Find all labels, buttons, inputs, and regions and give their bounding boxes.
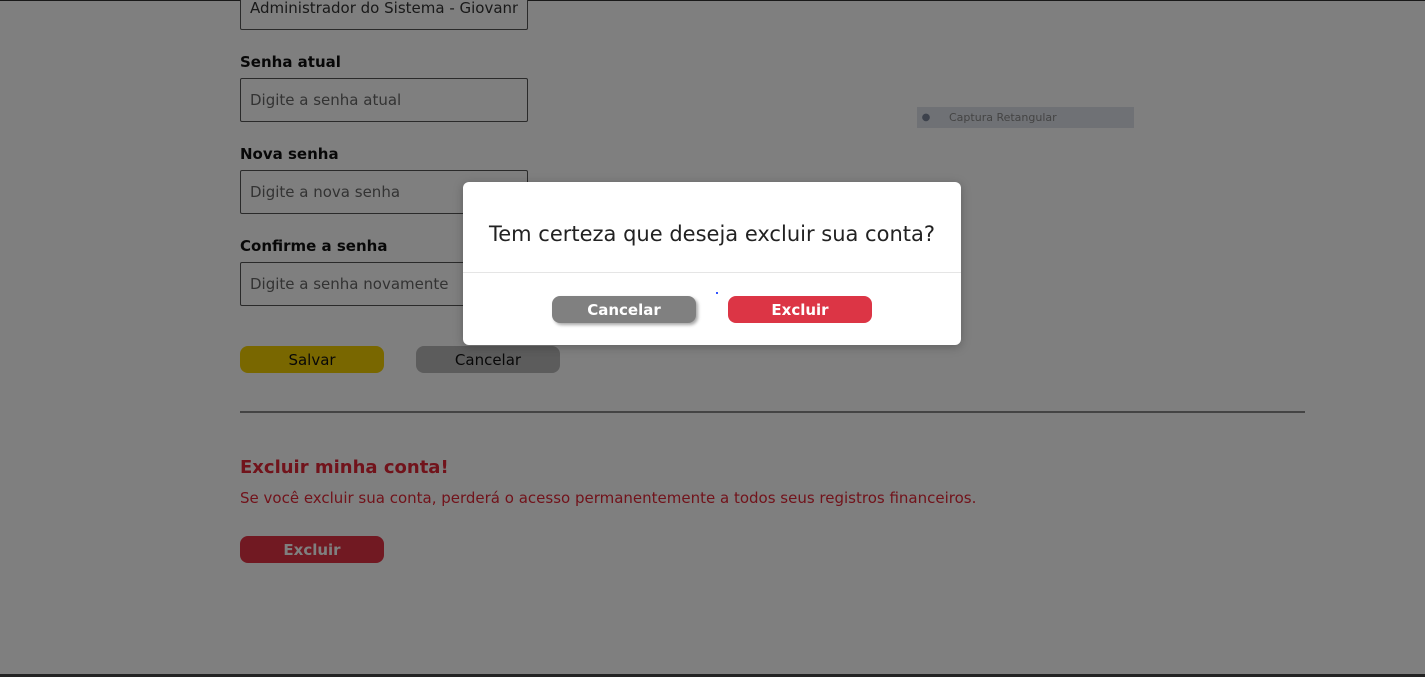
dialog-divider (463, 272, 961, 273)
confirm-delete-dialog: Tem certeza que deseja excluir sua conta… (463, 182, 961, 345)
dialog-question: Tem certeza que deseja excluir sua conta… (488, 222, 936, 246)
cursor-dot (716, 292, 718, 294)
dialog-confirm-delete-button[interactable]: Excluir (728, 296, 872, 323)
dialog-cancel-button[interactable]: Cancelar (552, 296, 696, 323)
